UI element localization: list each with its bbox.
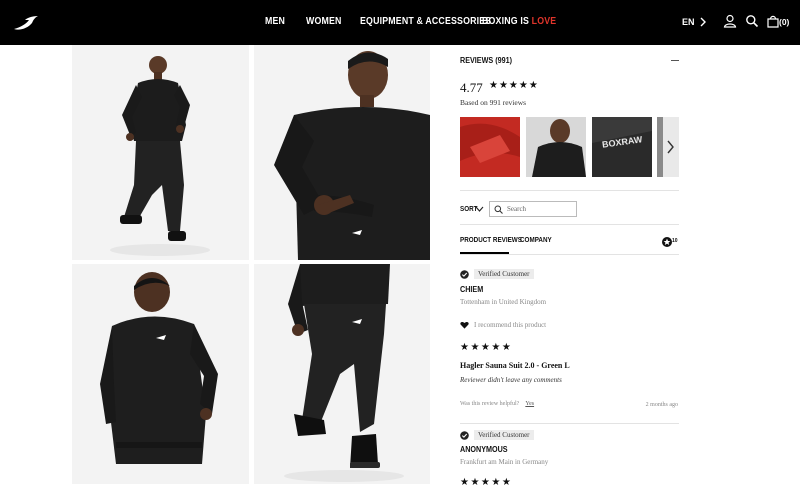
tab-product-reviews[interactable]: PRODUCT REVIEWS	[460, 237, 522, 244]
collapse-reviews-button[interactable]	[671, 60, 679, 61]
review-star-rating: ★★★★★	[460, 477, 513, 488]
verified-label: Verified Customer	[474, 269, 534, 279]
nav-love-label: LOVE	[531, 16, 557, 27]
review-search-input[interactable]: Search	[489, 201, 577, 217]
nav-equipment-accessories[interactable]: EQUIPMENT & ACCESSORIES	[360, 16, 491, 27]
heart-icon	[460, 322, 469, 329]
tab-company[interactable]: COMPANY	[520, 237, 552, 244]
reviewer-location: Frankfurt am Main in Germany	[460, 458, 549, 466]
helpful-prompt: Was this review helpful? Yes	[460, 401, 534, 407]
language-selector[interactable]: EN	[682, 17, 695, 27]
chevron-down-icon[interactable]	[475, 206, 484, 212]
nav-women[interactable]: WOMEN	[306, 16, 342, 27]
helpful-text: Was this review helpful?	[460, 401, 520, 407]
check-circle-icon	[460, 269, 469, 279]
reviewer-location: Tottenham in United Kingdom	[460, 298, 547, 306]
product-image-full-body[interactable]	[72, 45, 249, 260]
verified-badge: Verified Customer	[460, 269, 534, 279]
average-rating: 4.77	[460, 80, 483, 95]
verified-badge: Verified Customer	[460, 430, 534, 440]
user-icon[interactable]	[723, 14, 737, 28]
tab-badge-count: 10	[672, 238, 678, 244]
product-image-lower-body[interactable]	[254, 264, 430, 484]
search-placeholder: Search	[507, 205, 527, 213]
review-date: 2 months ago	[645, 402, 678, 408]
average-star-rating: ★★★★★	[489, 80, 539, 91]
product-image-upper-body[interactable]	[254, 45, 430, 260]
divider	[460, 254, 679, 255]
reviewer-name: CHIEM	[460, 285, 484, 294]
chevron-right-icon[interactable]	[698, 16, 708, 28]
recommend-note: I recommend this product	[460, 321, 546, 329]
review-photo-thumbnail[interactable]	[657, 117, 679, 177]
top-navigation-bar: MEN WOMEN EQUIPMENT & ACCESSORIES BOXING…	[0, 0, 800, 45]
divider	[460, 224, 679, 225]
reviews-title: REVIEWS (991)	[460, 56, 513, 65]
nav-men[interactable]: MEN	[265, 16, 285, 27]
search-icon	[494, 205, 503, 214]
product-image-back-view[interactable]	[72, 264, 249, 484]
reviewed-product: Hagler Sauna Suit 2.0 - Green L	[460, 361, 570, 370]
nav-boxing-is-love[interactable]: BOXING IS LOVE	[482, 16, 556, 27]
review-star-rating: ★★★★★	[460, 342, 513, 353]
divider	[460, 423, 679, 424]
divider	[460, 190, 679, 191]
bag-icon[interactable]	[766, 14, 780, 28]
helpful-yes-link[interactable]: Yes	[525, 401, 534, 407]
recommend-text: I recommend this product	[474, 321, 547, 329]
review-photo-thumbnail[interactable]	[460, 117, 520, 177]
bag-count[interactable]: (0)	[779, 17, 789, 27]
search-icon[interactable]	[745, 14, 759, 28]
nav-boxing-is-label: BOXING IS	[482, 16, 532, 27]
review-photo-thumbnail[interactable]	[526, 117, 586, 177]
review-body: Reviewer didn't leave any comments	[460, 376, 562, 384]
review-photo-thumbnail[interactable]: BOXRAW	[592, 117, 652, 177]
tab-badge: 10	[661, 235, 679, 247]
reviewer-name: ANONYMOUS	[460, 445, 508, 454]
brand-logo-icon[interactable]	[12, 13, 40, 33]
based-on-count: Based on 991 reviews	[460, 98, 527, 107]
verified-label: Verified Customer	[474, 430, 534, 440]
check-circle-icon	[460, 430, 469, 440]
